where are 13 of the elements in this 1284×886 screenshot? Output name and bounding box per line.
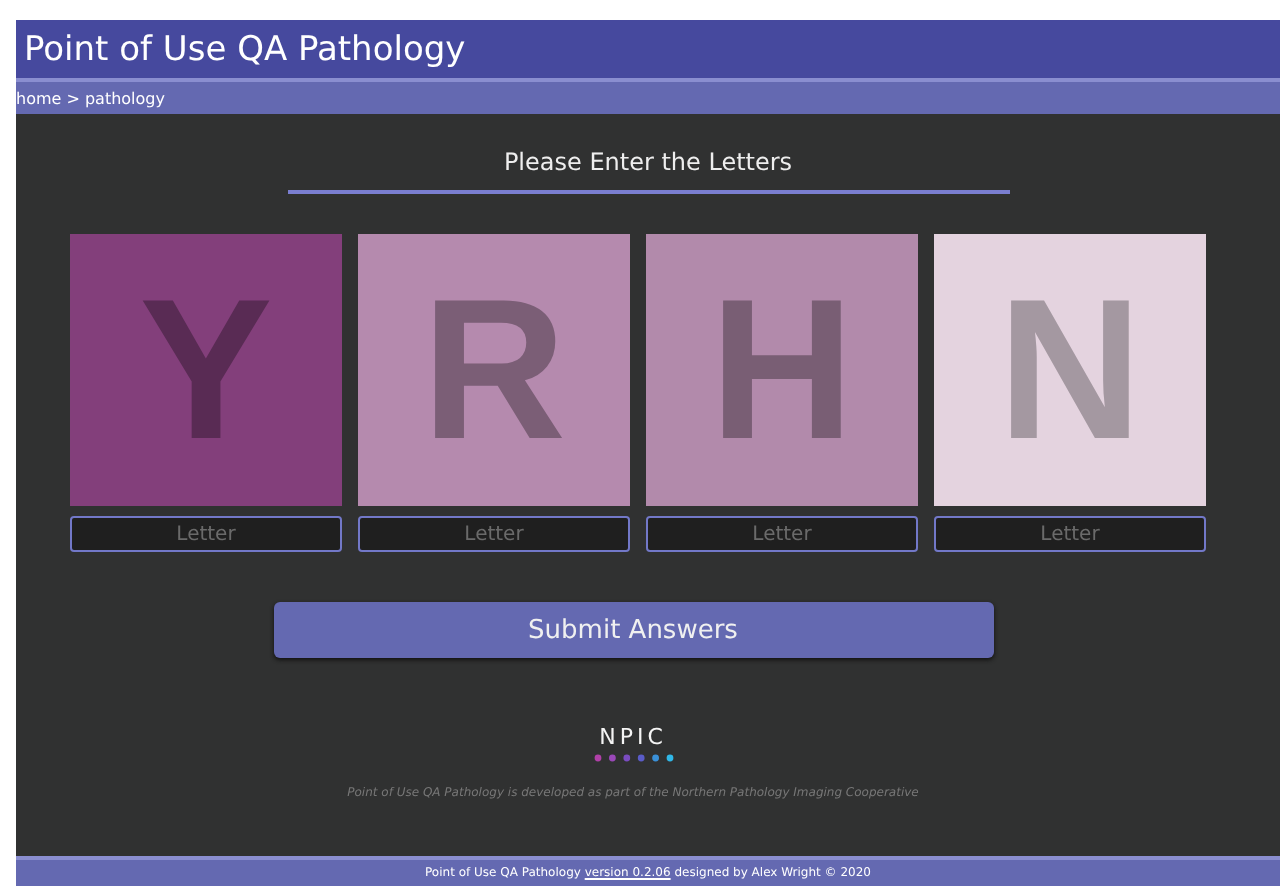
faint-letter: H — [709, 270, 855, 470]
logo-text: NPIC — [599, 726, 667, 748]
breadcrumb: home > pathology — [16, 89, 165, 107]
app-title: Point of Use QA Pathology — [24, 29, 466, 69]
letter-input[interactable]: Letter — [358, 516, 630, 552]
faint-letter: N — [997, 270, 1143, 470]
letter-input[interactable]: Letter — [934, 516, 1206, 552]
letter-input[interactable]: Letter — [70, 516, 342, 552]
heading: Please Enter the Letters — [503, 148, 793, 176]
faint-letter: R — [421, 270, 567, 470]
dots-icon — [593, 754, 673, 762]
letter-input[interactable]: Letter — [646, 516, 918, 552]
submit-button[interactable]: Submit Answers — [273, 602, 993, 658]
